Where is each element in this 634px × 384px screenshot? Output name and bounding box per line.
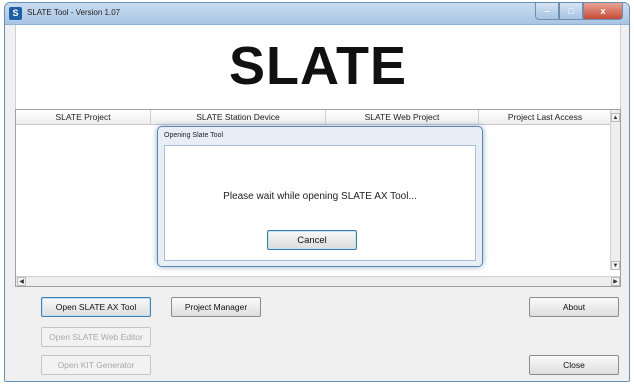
window-controls: – □ x: [535, 3, 623, 20]
title-bar[interactable]: S SLATE Tool - Version 1.07 – □ x: [5, 3, 629, 25]
horizontal-scrollbar[interactable]: ◀ ▶: [16, 276, 620, 286]
open-slate-ax-tool-button[interactable]: Open SLATE AX Tool: [41, 297, 151, 317]
vertical-scrollbar[interactable]: ▲ ▼: [610, 110, 620, 270]
dialog-message: Please wait while opening SLATE AX Tool.…: [223, 191, 417, 202]
app-logo-icon: S: [9, 7, 22, 20]
project-manager-button[interactable]: Project Manager: [171, 297, 261, 317]
scroll-down-icon[interactable]: ▼: [611, 261, 620, 270]
cancel-button[interactable]: Cancel: [267, 230, 357, 250]
banner-title: SLATE: [229, 36, 407, 96]
column-header-last-access[interactable]: Project Last Access: [479, 110, 612, 125]
opening-dialog: Opening Slate Tool Please wait while ope…: [157, 126, 483, 267]
scroll-left-icon[interactable]: ◀: [17, 277, 26, 286]
window-title: SLATE Tool - Version 1.07: [27, 8, 121, 17]
column-header-web-project[interactable]: SLATE Web Project: [326, 110, 479, 125]
dialog-title: Opening Slate Tool: [164, 132, 224, 139]
minimize-button[interactable]: –: [535, 3, 559, 20]
open-kit-generator-button[interactable]: Open KIT Generator: [41, 355, 151, 375]
scroll-up-icon[interactable]: ▲: [611, 113, 620, 122]
column-headers: SLATE Project SLATE Station Device SLATE…: [16, 110, 612, 125]
close-window-button[interactable]: x: [583, 3, 623, 20]
about-button[interactable]: About: [529, 297, 619, 317]
column-header-station-device[interactable]: SLATE Station Device: [151, 110, 326, 125]
scroll-right-icon[interactable]: ▶: [611, 277, 620, 286]
dialog-body: Please wait while opening SLATE AX Tool.…: [164, 145, 476, 261]
slate-banner: SLATE: [15, 25, 621, 109]
column-header-slate-project[interactable]: SLATE Project: [16, 110, 151, 125]
open-slate-web-editor-button[interactable]: Open SLATE Web Editor: [41, 327, 151, 347]
maximize-button[interactable]: □: [559, 3, 583, 20]
close-button[interactable]: Close: [529, 355, 619, 375]
